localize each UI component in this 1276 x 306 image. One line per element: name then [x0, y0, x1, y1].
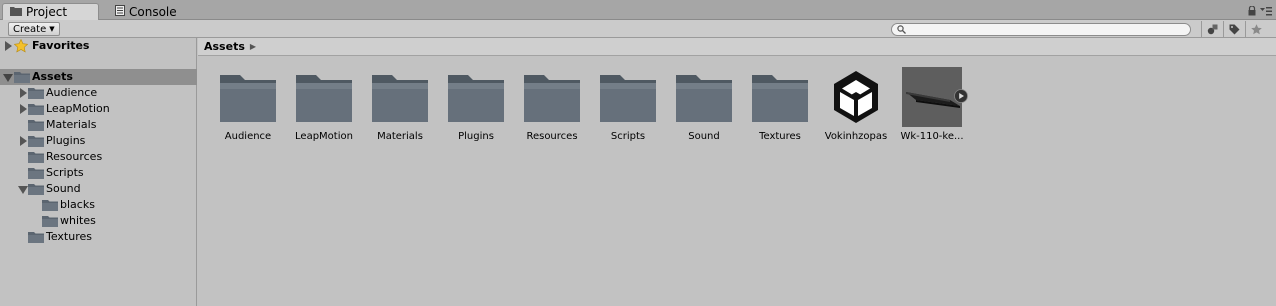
collapse-arrow-icon[interactable]	[18, 185, 28, 195]
folder-icon	[28, 88, 44, 99]
tree-label: blacks	[60, 198, 95, 211]
asset-item[interactable]: LeapMotion	[284, 67, 360, 151]
asset-label: Vokinhzopas	[824, 131, 888, 142]
tree-row-whites[interactable]: whites	[0, 213, 197, 229]
breadcrumb: Assets ▶	[198, 38, 1276, 56]
tree-row-materials[interactable]: Materials	[0, 117, 197, 133]
star-icon	[14, 39, 28, 53]
window-controls	[1248, 5, 1272, 19]
unity-logo-icon	[834, 71, 878, 123]
asset-item[interactable]: Materials	[360, 67, 436, 151]
filter-buttons	[1201, 21, 1267, 37]
asset-browser: Assets ▶ Audience LeapMotion Materials P…	[198, 38, 1276, 306]
folder-icon	[28, 120, 44, 131]
tree-label: Materials	[46, 118, 97, 131]
tree-row-blacks[interactable]: blacks	[0, 197, 197, 213]
tree-row-textures[interactable]: Textures	[0, 229, 197, 245]
play-icon[interactable]	[954, 89, 968, 103]
menu-icon[interactable]	[1260, 6, 1272, 19]
create-button[interactable]: Create ▼	[8, 22, 60, 36]
project-toolbar: Create ▼	[0, 20, 1276, 38]
star-icon	[1251, 23, 1262, 34]
tree-label: LeapMotion	[46, 102, 110, 115]
breadcrumb-assets[interactable]: Assets	[204, 40, 245, 53]
asset-label: Materials	[377, 131, 423, 142]
tag-icon	[1229, 24, 1240, 34]
folder-icon	[28, 184, 44, 195]
asset-item[interactable]: Textures	[740, 67, 816, 151]
folder-icon	[220, 75, 276, 122]
asset-label: Textures	[759, 131, 801, 142]
window-tab-bar: Project Console	[0, 0, 1276, 20]
asset-item[interactable]: Plugins	[436, 67, 512, 151]
asset-item[interactable]: Wk-110-ke...	[892, 67, 968, 151]
tree-label: Resources	[46, 150, 103, 163]
tree-row-sound[interactable]: Sound	[0, 181, 197, 197]
tree-label: Scripts	[46, 166, 84, 179]
tab-project[interactable]: Project	[2, 3, 99, 20]
model-preview-icon	[902, 67, 962, 127]
tree-label: whites	[60, 214, 96, 227]
console-icon	[115, 4, 125, 19]
folder-icon	[42, 200, 58, 211]
asset-item[interactable]: Resources	[512, 67, 588, 151]
tree-row-assets[interactable]: Assets	[0, 69, 197, 85]
folder-icon	[28, 136, 44, 147]
asset-item[interactable]: Scripts	[588, 67, 664, 151]
folder-icon	[752, 75, 808, 122]
save-search-button[interactable]	[1245, 21, 1267, 37]
tree-row-scripts[interactable]: Scripts	[0, 165, 197, 181]
folder-icon	[14, 72, 30, 83]
tree-label: Audience	[46, 86, 98, 99]
tab-console[interactable]: Console	[108, 3, 198, 20]
tree-label: Plugins	[46, 134, 86, 147]
shapes-icon	[1207, 24, 1217, 34]
search-icon	[897, 25, 906, 34]
folder-icon	[296, 75, 352, 122]
asset-label: Sound	[688, 131, 720, 142]
filter-by-label-button[interactable]	[1223, 21, 1245, 37]
tree-row-favorites[interactable]: Favorites	[0, 38, 197, 54]
tree-label: Sound	[46, 182, 81, 195]
tree-row-plugins[interactable]: Plugins	[0, 133, 197, 149]
asset-item[interactable]: Vokinhzopas	[816, 67, 892, 151]
lock-icon[interactable]	[1248, 5, 1256, 19]
folder-icon	[28, 152, 44, 163]
search-input[interactable]	[908, 24, 1178, 35]
tab-console-label: Console	[129, 4, 177, 19]
asset-item[interactable]: Sound	[664, 67, 740, 151]
folder-icon	[676, 75, 732, 122]
asset-label: Resources	[526, 131, 578, 142]
folder-icon	[28, 232, 44, 243]
asset-label: LeapMotion	[295, 131, 353, 142]
asset-item[interactable]: Audience	[208, 67, 284, 151]
folder-icon	[28, 168, 44, 179]
asset-label: Audience	[224, 131, 272, 142]
create-button-label: Create	[13, 23, 47, 35]
tree-label: Textures	[46, 230, 92, 243]
chevron-down-icon: ▼	[49, 24, 55, 33]
tab-project-label: Project	[26, 5, 68, 19]
folder-icon	[372, 75, 428, 122]
folder-icon	[42, 216, 58, 227]
project-tree: Favorites Assets Audience LeapMotion Mat…	[0, 38, 197, 306]
tree-label-favorites: Favorites	[32, 39, 90, 52]
tree-label-assets: Assets	[32, 70, 73, 83]
folder-icon	[448, 75, 504, 122]
folder-icon	[600, 75, 656, 122]
collapse-arrow-icon[interactable]	[3, 73, 13, 83]
filter-by-type-button[interactable]	[1201, 21, 1223, 37]
folder-icon	[10, 5, 22, 19]
chevron-right-icon: ▶	[249, 42, 257, 51]
asset-label: Scripts	[610, 131, 646, 142]
folder-icon	[28, 104, 44, 115]
folder-icon	[524, 75, 580, 122]
expand-arrow-icon[interactable]	[4, 41, 14, 51]
asset-label: Plugins	[458, 131, 494, 142]
asset-label: Wk-110-ke...	[900, 131, 964, 142]
tree-row-audience[interactable]: Audience	[0, 85, 197, 101]
tree-row-resources[interactable]: Resources	[0, 149, 197, 165]
search-field[interactable]	[891, 23, 1191, 36]
tree-row-leapmotion[interactable]: LeapMotion	[0, 101, 197, 117]
